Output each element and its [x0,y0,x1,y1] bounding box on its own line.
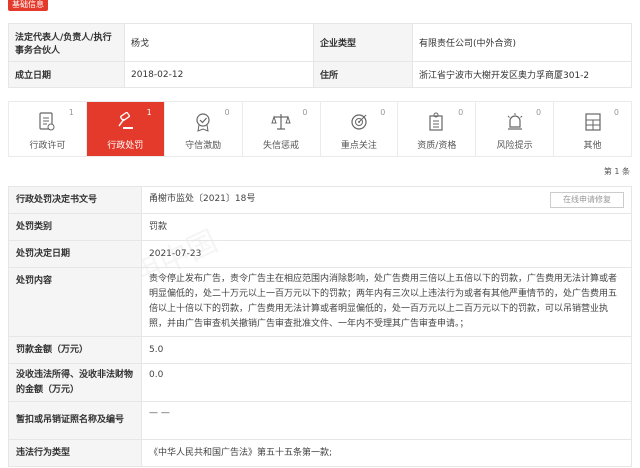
company-type-value: 有限责任公司(中外合资) [412,23,632,62]
tab-risk-warning[interactable]: 0 风险提示 [476,102,555,156]
tab-label: 资质/资格 [417,141,457,151]
doc-no-cell: 甬榭市监处〔2021〕18号 在线申请修复 [141,186,632,214]
tab-label: 行政许可 [29,141,66,151]
confiscated-label: 没收违法所得、没收非法财物的金额（万元） [8,363,142,402]
tab-label: 其他 [583,141,602,151]
license-value: — — [141,401,632,440]
doc-no-value: 甬榭市监处〔2021〕18号 [149,194,256,204]
tab-label: 行政处罚 [107,141,144,151]
penalty-detail-table: 行政处罚决定书文号 甬榭市监处〔2021〕18号 在线申请修复 处罚类别 罚款 … [8,186,632,467]
tab-credit-reward[interactable]: 0 守信激励 [165,102,243,156]
tab-count: 0 [613,108,619,117]
tab-admin-license[interactable]: 1 行政许可 [9,102,87,156]
founded-label: 成立日期 [8,61,125,88]
section-header: 基础信息 [8,0,48,11]
tab-label: 风险提示 [496,141,533,151]
section-title: 基础信息 [8,0,48,11]
alarm-icon [505,112,525,132]
tab-count: 0 [536,108,542,117]
gavel-icon [115,112,135,132]
tab-count: 0 [302,108,308,117]
scale-icon [271,112,291,132]
doc-no-label: 行政处罚决定书文号 [8,186,142,214]
reward-icon [193,112,213,132]
violation-label: 违法行为类型 [8,439,142,467]
record-pager: 第 1 条 [603,167,630,176]
tab-admin-penalty[interactable]: 1 行政处罚 [86,102,165,156]
amount-value: 5.0 [141,336,632,364]
legal-rep-value: 杨戈 [124,23,314,62]
date-label: 处罚决定日期 [8,240,142,268]
basic-info-table: 法定代表人/负责人/执行事务合伙人 杨戈 企业类型 有限责任公司(中外合资) 成… [8,23,632,88]
apply-repair-button[interactable]: 在线申请修复 [550,192,624,208]
category-label: 处罚类别 [8,213,142,241]
content-value: 责令停止发布广告，责令广告主在相应范围内消除影响，处广告费用三倍以上五倍以下的罚… [141,267,632,337]
license-label: 暂扣或吊销证照名称及编号 [8,401,142,440]
date-value: 2021-07-23 [141,240,632,268]
document-icon [37,112,57,132]
tab-count: 1 [68,108,74,117]
violation-value: 《中华人民共和国广告法》第五十五条第一款; [141,439,632,467]
tab-count: 0 [224,108,230,117]
company-type-label: 企业类型 [313,23,413,62]
tab-other[interactable]: 0 其他 [554,102,631,156]
tab-count: 0 [458,108,464,117]
amount-label: 罚款金额（万元） [8,336,142,364]
founded-value: 2018-02-12 [124,61,314,88]
category-tabs: 1 行政许可 1 行政处罚 0 守信激励 0 失信惩戒 0 重点关注 0 资质/… [8,101,632,157]
content-label: 处罚内容 [8,267,142,337]
certificate-icon [427,112,447,132]
category-value: 罚款 [141,213,632,241]
tab-count: 0 [380,108,386,117]
tab-label: 重点关注 [340,141,377,151]
tab-dishonesty-penalty[interactable]: 0 失信惩戒 [243,102,321,156]
grid-icon [583,112,603,132]
legal-rep-label: 法定代表人/负责人/执行事务合伙人 [8,23,125,62]
address-value: 浙江省宁波市大榭开发区奥力孚商厦301-2 [412,61,632,88]
tab-label: 守信激励 [185,141,222,151]
address-label: 住所 [313,61,413,88]
tab-count: 1 [146,108,152,117]
confiscated-value: 0.0 [141,363,632,402]
tab-key-attention[interactable]: 0 重点关注 [321,102,399,156]
tab-label: 失信惩戒 [263,141,300,151]
tab-qualification[interactable]: 0 资质/资格 [398,102,477,156]
target-icon [349,112,369,132]
